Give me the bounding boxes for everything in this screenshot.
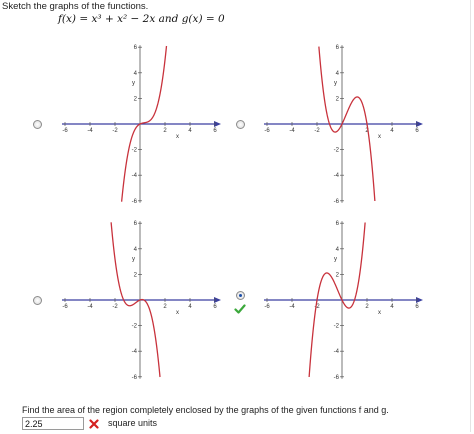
y-tick-label: -6 xyxy=(334,375,340,381)
y-tick-label: -4 xyxy=(334,173,340,179)
x-tick-label: -6 xyxy=(62,128,68,134)
x-tick-label: 4 xyxy=(188,304,192,310)
x-tick-label: 2 xyxy=(365,304,369,310)
choice-b-radio[interactable] xyxy=(236,120,245,129)
y-tick-label: 2 xyxy=(134,272,138,278)
y-tick-label: 6 xyxy=(336,45,340,51)
x-tick-label: 6 xyxy=(213,304,217,310)
question-text: Find the area of the region completely e… xyxy=(22,405,389,415)
y-axis-label: y xyxy=(334,256,337,262)
y-tick-label: -6 xyxy=(334,199,340,205)
y-tick-label: -4 xyxy=(132,173,138,179)
y-tick-label: 2 xyxy=(336,272,340,278)
x-tick-label: -4 xyxy=(289,304,295,310)
y-tick-label: 4 xyxy=(134,247,138,253)
y-tick-label: 4 xyxy=(336,247,340,253)
y-axis-label: y xyxy=(132,80,135,86)
answer-input[interactable] xyxy=(22,417,84,430)
units-label: square units xyxy=(108,418,158,428)
y-tick-label: -2 xyxy=(334,324,340,330)
x-tick-label: -2 xyxy=(112,128,118,134)
x-tick-label: 6 xyxy=(415,304,419,310)
x-axis-label: x xyxy=(176,134,179,140)
choice-d-radio[interactable] xyxy=(236,291,245,300)
x-tick-label: 4 xyxy=(188,128,192,134)
prompt-text: Sketch the graphs of the functions. xyxy=(2,1,149,12)
check-icon xyxy=(234,304,246,314)
x-icon xyxy=(89,419,99,429)
x-tick-label: 6 xyxy=(415,128,419,134)
choice-c-graph: -6 -4 -2 2 4 6 6 4 2 -2 -4 -6 x y xyxy=(62,221,221,381)
x-tick-label: -6 xyxy=(264,304,270,310)
y-tick-label: 6 xyxy=(336,221,340,227)
x-axis-label: x xyxy=(378,134,381,140)
x-tick-label: -4 xyxy=(289,128,295,134)
y-tick-label: 4 xyxy=(134,71,138,77)
x-tick-label: -4 xyxy=(87,304,93,310)
y-tick-label: 2 xyxy=(336,96,340,102)
x-axis-label: x xyxy=(176,310,179,316)
choice-a-graph: -6 -4 -2 2 4 6 6 4 2 -2 -4 -6 x y xyxy=(62,45,221,205)
y-tick-label: 4 xyxy=(336,71,340,77)
x-tick-label: 2 xyxy=(163,304,167,310)
choice-c-radio[interactable] xyxy=(33,296,42,305)
y-tick-label: -2 xyxy=(132,324,138,330)
y-tick-label: -6 xyxy=(132,199,138,205)
x-tick-label: -2 xyxy=(314,128,320,134)
y-tick-label: -6 xyxy=(132,375,138,381)
x-tick-label: 4 xyxy=(390,304,394,310)
y-axis-label: y xyxy=(132,256,135,262)
y-tick-label: -2 xyxy=(334,148,340,154)
x-tick-label: -6 xyxy=(62,304,68,310)
x-tick-label: 6 xyxy=(213,128,217,134)
y-tick-label: -4 xyxy=(132,349,138,355)
y-axis-label: y xyxy=(334,80,337,86)
x-tick-label: -2 xyxy=(112,304,118,310)
choice-d-graph: -6 -4 -2 2 4 6642-2-4-6xy xyxy=(264,221,423,381)
choice-b-graph: -6 -4 -2 2 4 6642-2-4-6xy xyxy=(264,45,423,205)
x-tick-label: 4 xyxy=(390,128,394,134)
equation: f(x) = x³ + x² − 2x and g(x) = 0 xyxy=(58,13,225,25)
choice-a-radio[interactable] xyxy=(33,120,42,129)
y-tick-label: 2 xyxy=(134,96,138,102)
y-tick-label: 6 xyxy=(134,45,138,51)
x-axis-label: x xyxy=(378,310,381,316)
y-tick-label: -4 xyxy=(334,349,340,355)
x-tick-label: -4 xyxy=(87,128,93,134)
x-tick-label: -6 xyxy=(264,128,270,134)
x-tick-label: 2 xyxy=(163,128,167,134)
y-tick-label: 6 xyxy=(134,221,138,227)
y-tick-label: -2 xyxy=(132,148,138,154)
